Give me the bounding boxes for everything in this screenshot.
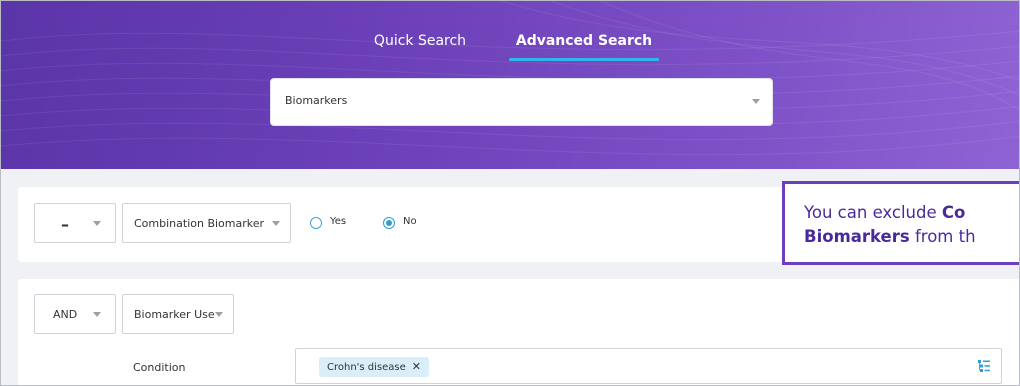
radio-no-label[interactable]: No [403,216,417,227]
field-value: Biomarker Use [134,308,215,321]
callout-bold-text: Biomarkers [804,227,910,246]
callout-text: You can exclude [804,203,942,222]
chevron-down-icon [752,99,760,104]
condition-label: Condition [133,361,186,374]
callout-bold-text: Co [941,203,966,222]
condition-tag-label: Crohn's disease [327,362,406,373]
app-frame: Quick Search Advanced Search Biomarkers … [0,0,1020,386]
radio-yes-label[interactable]: Yes [330,216,346,227]
search-type-value: Biomarkers [285,94,348,107]
chevron-down-icon [93,312,101,317]
operator-select[interactable]: – [34,203,116,243]
operator-value: AND [53,308,78,321]
tree-list-icon[interactable] [977,359,991,373]
search-type-select[interactable]: Biomarkers [270,78,773,126]
tab-quick-search[interactable]: Quick Search [365,31,475,61]
tab-advanced-search[interactable]: Advanced Search [509,31,659,61]
chevron-down-icon [215,312,223,317]
radio-yes[interactable] [310,217,322,229]
callout-line-2: Biomarkers from th [804,225,1019,249]
tutorial-callout: You can exclude Co Biomarkers from th [782,181,1019,265]
condition-tag: Crohn's disease ✕ [319,357,430,377]
criteria-row-biomarker-use: AND Biomarker Use Condition Crohn's dise… [18,279,1019,385]
field-select[interactable]: Biomarker Use [122,294,234,334]
callout-line-1: You can exclude Co [804,201,1019,225]
chevron-down-icon [272,221,280,226]
condition-input[interactable]: Crohn's disease ✕ [295,348,1002,384]
callout-text: from th [909,227,976,246]
active-tab-indicator [509,58,659,61]
chevron-down-icon [93,221,101,226]
field-value: Combination Biomarker [134,217,265,230]
operator-select[interactable]: AND [34,294,116,334]
close-icon[interactable]: ✕ [412,360,421,373]
operator-value: – [61,215,69,234]
search-header: Quick Search Advanced Search Biomarkers [1,1,1019,169]
field-select[interactable]: Combination Biomarker [122,203,291,243]
radio-no[interactable] [383,217,395,229]
